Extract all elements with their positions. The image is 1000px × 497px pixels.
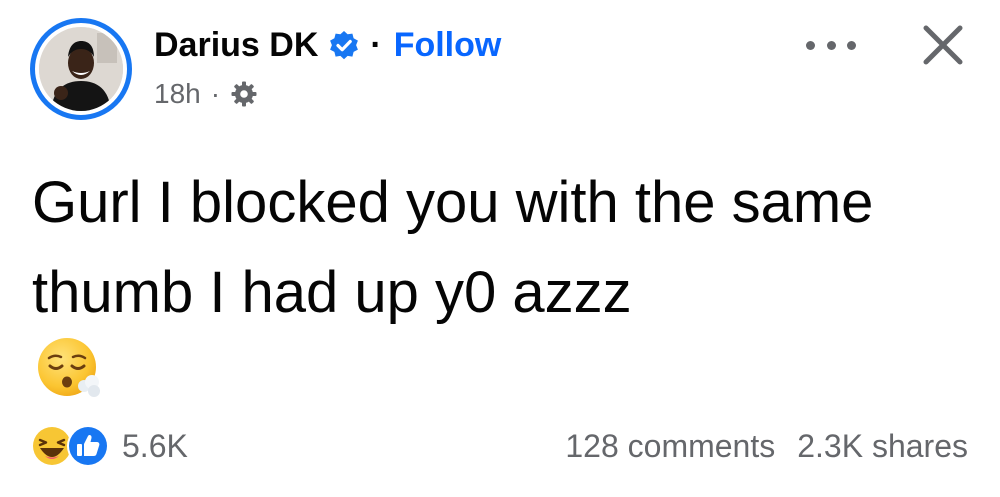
meta-separator: · (210, 78, 221, 109)
post-stats: 128 comments 2.3K shares (565, 428, 968, 465)
reaction-count: 5.6K (122, 427, 188, 464)
verified-badge-icon (328, 30, 360, 62)
post-author-row: Darius DK · Follow (154, 26, 501, 65)
author-name[interactable]: Darius DK (154, 26, 318, 65)
shares-count-link[interactable]: 2.3K shares (797, 428, 968, 465)
more-dot (826, 40, 836, 50)
comments-count-link[interactable]: 128 comments (565, 428, 775, 465)
reactions-summary[interactable]: 5.6K (30, 424, 188, 468)
more-dot (806, 40, 815, 50)
post-meta-row: 18h · (154, 78, 258, 110)
post-timestamp[interactable]: 18h (154, 78, 201, 110)
like-reaction-icon (66, 424, 110, 468)
avatar-story-ring[interactable] (30, 18, 132, 120)
author-separator: · (370, 26, 382, 64)
follow-button[interactable]: Follow (394, 26, 502, 65)
more-options-icon[interactable] (806, 30, 856, 60)
close-icon[interactable] (920, 22, 966, 68)
more-dot (847, 40, 856, 50)
face-exhaling-emoji (36, 336, 102, 402)
avatar[interactable] (39, 27, 123, 111)
gear-icon[interactable] (230, 80, 258, 108)
post-text: Gurl I blocked you with the same thumb I… (32, 170, 874, 325)
